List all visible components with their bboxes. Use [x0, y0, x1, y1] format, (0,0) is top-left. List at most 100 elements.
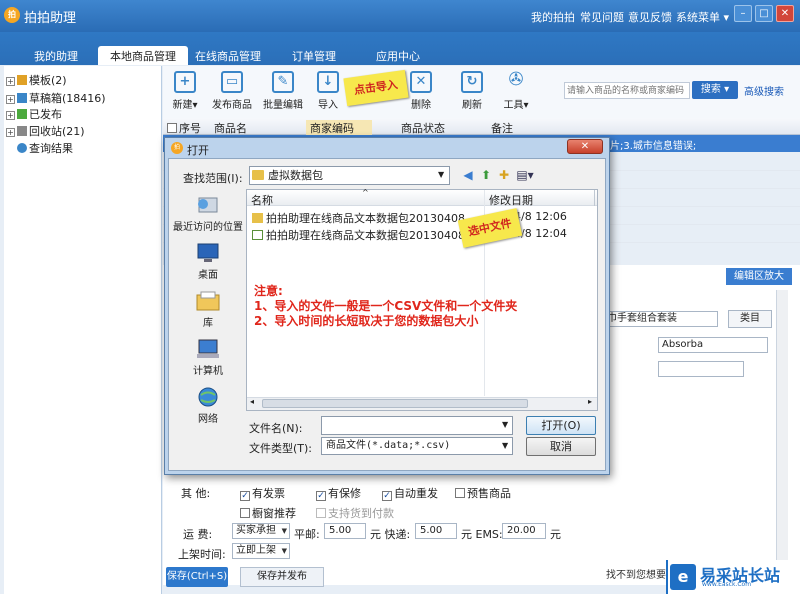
batch-edit-button[interactable]: ✎ 批量编辑	[263, 66, 303, 116]
checkbox-checked[interactable]: ✓	[316, 491, 326, 501]
refresh-button[interactable]: ↻ 刷新	[452, 66, 492, 116]
invoice-checkbox[interactable]: ✓ 有发票	[240, 485, 285, 501]
category-button[interactable]: 类目	[728, 310, 772, 328]
auto-repost-checkbox[interactable]: ✓ 自动重发	[382, 485, 438, 501]
file-row-folder[interactable]: 拍拍助理在线商品文本数据包20130408	[252, 210, 465, 226]
tab-orders[interactable]: 订单管理	[280, 46, 348, 65]
category-combo[interactable]: 巾手套组合套装	[600, 311, 718, 327]
tree-item-search-results[interactable]: 查询结果	[17, 140, 73, 155]
place-desktop[interactable]: 桌面	[172, 242, 244, 281]
file-date: 4/8 12:06	[514, 210, 567, 223]
header-note[interactable]: 备注	[491, 120, 513, 136]
save-publish-button[interactable]: 保存并发布	[240, 567, 324, 587]
shipping-combo[interactable]: 买家承担	[232, 523, 290, 539]
menu-my-paipai[interactable]: 我的拍拍	[531, 9, 575, 25]
chevron-down-icon[interactable]: ▼	[502, 441, 508, 450]
maximize-button[interactable]: □	[755, 5, 773, 22]
expand-icon[interactable]: +	[6, 128, 15, 137]
tools-button[interactable]: ✇ 工具▾	[496, 66, 536, 116]
menu-faq[interactable]: 常见问题	[580, 9, 624, 25]
file-name-input[interactable]	[321, 416, 513, 435]
menu-feedback[interactable]: 意见反馈	[628, 9, 672, 25]
save-button[interactable]: 保存(Ctrl+S)	[166, 567, 228, 587]
zoom-edit-area-button[interactable]: 编辑区放大	[726, 268, 792, 285]
checkbox-unchecked[interactable]	[455, 488, 465, 498]
tree-item-recycle[interactable]: + 回收站(21)	[6, 123, 85, 138]
attribute-field[interactable]	[658, 361, 744, 377]
window-recommend-checkbox[interactable]: 橱窗推荐	[240, 505, 296, 521]
open-button[interactable]: 打开(O)	[526, 416, 596, 435]
brand-field[interactable]: Absorba	[658, 337, 768, 353]
refresh-icon: ↻	[461, 71, 483, 93]
tab-online-products[interactable]: 在线商品管理	[183, 46, 273, 65]
ems-fee-input[interactable]: 20.00	[502, 523, 546, 539]
chevron-down-icon[interactable]: ▼	[438, 170, 444, 179]
presale-checkbox[interactable]: 预售商品	[455, 485, 511, 501]
express-label: 元 快递:	[370, 528, 411, 541]
warranty-checkbox[interactable]: ✓ 有保修	[316, 485, 361, 501]
folder-icon	[252, 170, 264, 180]
publish-button[interactable]: ▭ 发布商品	[212, 66, 252, 116]
tree-item-drafts[interactable]: + 草稿箱(18416)	[6, 90, 106, 105]
tree-item-templates[interactable]: + 模板(2)	[6, 72, 67, 87]
ems-unit: 元	[550, 528, 561, 541]
close-button[interactable]: ✕	[776, 5, 794, 22]
table-header	[163, 118, 800, 135]
library-icon	[196, 291, 220, 311]
view-menu-icon[interactable]: ▤▾	[514, 167, 536, 183]
row-note: 图片;3.城市信息错误;	[600, 141, 697, 152]
desktop-icon	[197, 243, 219, 262]
back-icon[interactable]: ◀	[460, 167, 476, 183]
minimize-button[interactable]: –	[734, 5, 752, 22]
scroll-left-icon[interactable]: ◂	[250, 397, 254, 406]
cancel-button[interactable]: 取消	[526, 437, 596, 456]
tab-app-center[interactable]: 应用中心	[364, 46, 432, 65]
place-network[interactable]: 网络	[172, 386, 244, 425]
new-button[interactable]: + 新建▾	[165, 66, 205, 116]
edit-panel-scrollbar[interactable]	[776, 290, 788, 560]
notice-text: 注意: 1、导入的文件一般是一个CSV文件和一个文件夹 2、导入时间的长短取决于…	[254, 284, 518, 328]
computer-icon	[197, 339, 219, 358]
import-button[interactable]: ↓ 导入	[308, 66, 348, 116]
new-folder-icon[interactable]: ✚	[496, 167, 512, 183]
express-fee-input[interactable]: 5.00	[415, 523, 457, 539]
column-name[interactable]: 名称	[251, 192, 273, 208]
place-computer[interactable]: 计算机	[172, 338, 244, 377]
checkbox-checked[interactable]: ✓	[240, 491, 250, 501]
mail-fee-input[interactable]: 5.00	[324, 523, 366, 539]
file-row-csv[interactable]: 拍拍助理在线商品文本数据包20130408.csv	[252, 227, 487, 243]
help-link[interactable]: 找不到您想要	[606, 566, 666, 581]
advanced-search-link[interactable]: 高级搜索	[744, 83, 784, 98]
chevron-down-icon[interactable]: ▼	[502, 420, 508, 429]
tab-local-products[interactable]: 本地商品管理	[98, 46, 188, 65]
column-date[interactable]: 修改日期	[489, 192, 533, 208]
column-divider	[594, 190, 595, 206]
watermark-url: www.Easck.Com	[702, 581, 752, 588]
file-type-combo[interactable]: 商品文件(*.data;*.csv)	[321, 437, 513, 455]
tree-item-published[interactable]: + 已发布	[6, 106, 62, 121]
scrollbar-thumb[interactable]	[262, 399, 528, 408]
header-merchant-code[interactable]: 商家编码	[306, 120, 372, 136]
look-in-combo[interactable]: 虚拟数据包	[249, 166, 450, 185]
header-status[interactable]: 商品状态	[401, 120, 445, 136]
header-name[interactable]: 商品名	[214, 120, 247, 136]
expand-icon[interactable]: +	[6, 95, 15, 104]
place-library[interactable]: 库	[172, 290, 244, 329]
place-recent[interactable]: 最近访问的位置	[172, 194, 244, 233]
scroll-right-icon[interactable]: ▸	[588, 397, 592, 406]
up-folder-icon[interactable]: ⬆	[478, 167, 494, 183]
watermark-logo-icon: e	[670, 564, 696, 590]
checkbox-unchecked[interactable]	[240, 508, 250, 518]
listing-time-combo[interactable]: 立即上架	[232, 543, 290, 559]
expand-icon[interactable]: +	[6, 77, 15, 86]
folder-icon	[252, 213, 263, 223]
search-button[interactable]: 搜索 ▾	[692, 81, 738, 99]
select-all-checkbox[interactable]	[167, 123, 177, 133]
header-index[interactable]: 序号	[167, 120, 201, 136]
search-input[interactable]	[564, 82, 690, 99]
checkbox-checked[interactable]: ✓	[382, 491, 392, 501]
menu-system[interactable]: 系统菜单 ▾	[676, 9, 729, 25]
dialog-close-button[interactable]: ✕	[567, 139, 603, 154]
expand-icon[interactable]: +	[6, 111, 15, 120]
tab-my-assistant[interactable]: 我的助理	[22, 46, 90, 65]
